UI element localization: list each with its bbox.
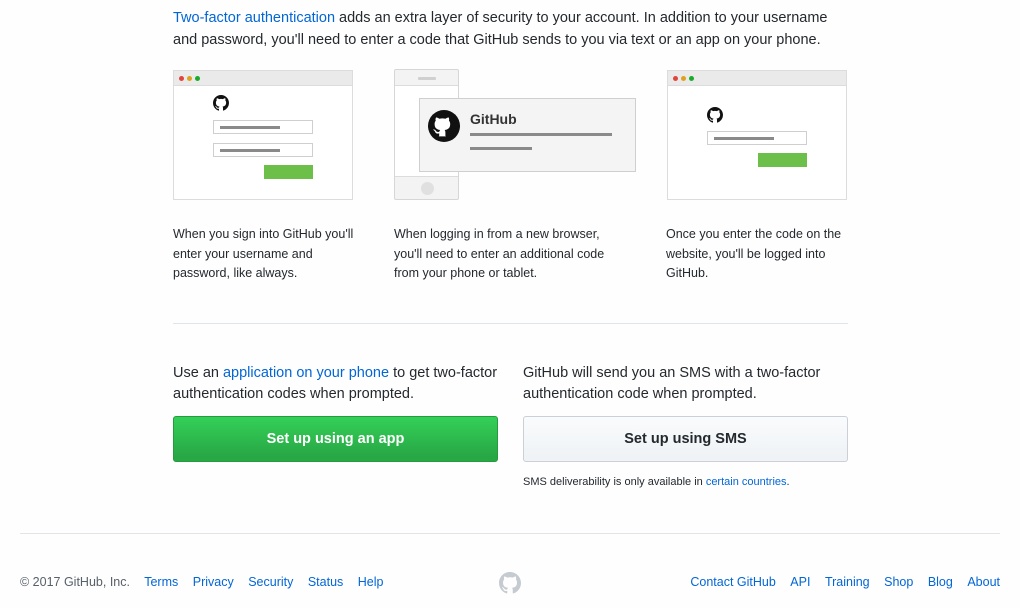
footer-link-blog[interactable]: Blog — [928, 575, 953, 589]
footer-link-status[interactable]: Status — [308, 575, 343, 589]
footer-link-api[interactable]: API — [790, 575, 810, 589]
footer-link-security[interactable]: Security — [248, 575, 293, 589]
github-octocat-icon — [428, 110, 460, 142]
step-signin-text: When you sign into GitHub you'll enter y… — [173, 227, 354, 280]
signin-button-illustration — [264, 165, 313, 179]
setup-sms-button[interactable]: Set up using SMS — [523, 416, 848, 462]
certain-countries-link[interactable]: certain countries — [706, 476, 787, 488]
app-option-text: Use an application on your phone to get … — [173, 365, 498, 402]
step-logged-in-text: Once you enter the code on the website, … — [666, 227, 842, 280]
sms-note: SMS deliverability is only available in … — [523, 476, 790, 488]
intro-paragraph: Two-factor authentication adds an extra … — [173, 7, 853, 51]
github-octocat-icon — [213, 95, 229, 111]
illustration-signin — [173, 70, 353, 200]
footer-link-shop[interactable]: Shop — [884, 575, 913, 589]
footer-right: Contact GitHub API Training Shop Blog Ab… — [679, 575, 1000, 589]
github-mark-icon[interactable] — [499, 572, 521, 594]
authenticator-app-link[interactable]: application on your phone — [223, 365, 389, 381]
illustration-verify — [667, 70, 847, 200]
sms-option-text: GitHub will send you an SMS with a two-f… — [523, 365, 821, 402]
footer-divider — [20, 533, 1000, 534]
footer-copyright: © 2017 GitHub, Inc. — [20, 575, 130, 589]
two-factor-link[interactable]: Two-factor authentication — [173, 10, 335, 26]
setup-app-button[interactable]: Set up using an app — [173, 416, 498, 462]
footer-link-terms[interactable]: Terms — [144, 575, 178, 589]
footer-link-training[interactable]: Training — [825, 575, 870, 589]
footer-link-privacy[interactable]: Privacy — [193, 575, 234, 589]
footer-left: © 2017 GitHub, Inc. Terms Privacy Securi… — [20, 575, 394, 589]
step-new-browser-text: When logging in from a new browser, you'… — [394, 227, 605, 280]
section-divider — [173, 323, 848, 324]
phone-notification: GitHub — [419, 98, 636, 172]
footer-link-help[interactable]: Help — [358, 575, 384, 589]
github-octocat-icon — [707, 107, 723, 123]
footer-link-contact[interactable]: Contact GitHub — [690, 575, 775, 589]
verify-button-illustration — [758, 153, 807, 167]
footer-link-about[interactable]: About — [967, 575, 1000, 589]
notification-title: GitHub — [470, 111, 517, 127]
